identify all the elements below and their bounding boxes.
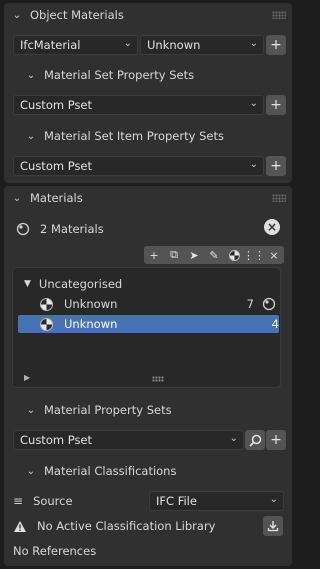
add-icon[interactable]: + <box>144 246 164 264</box>
group-label: Uncategorised <box>38 277 123 291</box>
material-name: Unknown <box>64 317 118 331</box>
chevron-down-icon: ⌄ <box>12 9 22 21</box>
material-usage-count: 4 <box>271 317 279 331</box>
source-label: Source <box>33 494 73 508</box>
source-row: ≡ Source <box>13 489 153 513</box>
chevron-down-icon: ⌄ <box>26 404 36 416</box>
material-pset-dropdown[interactable]: Custom Pset ⌄ <box>13 430 244 450</box>
chevron-down-icon: ⌄ <box>26 465 36 477</box>
materials-header[interactable]: ⌄ Materials <box>4 186 292 210</box>
outliner-tree-icon: ≡ <box>13 494 24 508</box>
material-type-dropdown[interactable]: IfcMaterial ⌄ <box>13 35 138 55</box>
materials-list[interactable]: ▼ Uncategorised Unknown 7 Unknown 4 ▶ <box>12 267 281 388</box>
material-classifications-header[interactable]: ⌄ Material Classifications <box>4 459 292 483</box>
material-preview-icon <box>40 297 53 311</box>
panel-title: Materials <box>30 191 83 205</box>
source-value: IFC File <box>156 494 197 508</box>
material-value: Unknown <box>147 38 201 52</box>
references-row: No References <box>13 539 263 563</box>
classification-library-row: No Active Classification Library <box>13 514 263 538</box>
material-name: Unknown <box>64 297 118 311</box>
list-item-selected[interactable]: Unknown 4 <box>18 315 279 333</box>
add-material-button[interactable]: + <box>266 35 286 55</box>
add-set-pset-button[interactable]: + <box>266 95 286 115</box>
edit-icon[interactable]: ✎ <box>204 246 224 264</box>
material-sphere-icon[interactable] <box>262 297 276 311</box>
subpanel-title: Material Property Sets <box>44 403 172 417</box>
materials-count-row: 2 Materials <box>4 217 292 241</box>
no-library-text: No Active Classification Library <box>37 519 216 533</box>
panel-title: Object Materials <box>30 8 124 22</box>
no-references-text: No References <box>13 544 97 558</box>
subpanel-title: Material Set Property Sets <box>44 68 195 82</box>
chevron-down-icon: ⌄ <box>26 130 36 142</box>
source-dropdown[interactable]: IFC File ⌄ <box>149 491 284 511</box>
download-icon <box>267 521 279 532</box>
chevron-down-icon: ⌄ <box>269 494 278 505</box>
material-sphere-icon <box>16 222 30 236</box>
set-item-psets-header[interactable]: ⌄ Material Set Item Property Sets <box>4 124 292 148</box>
search-icon <box>248 434 261 447</box>
chevron-down-icon: ⌄ <box>12 192 22 204</box>
expand-list-icon[interactable]: ▶ <box>24 373 30 382</box>
materials-count: 2 Materials <box>40 222 104 236</box>
chevron-down-icon: ⌄ <box>229 433 238 444</box>
set-pset-value: Custom Pset <box>20 98 93 112</box>
chevron-down-icon: ⌄ <box>123 38 132 49</box>
material-psets-header[interactable]: ⌄ Material Property Sets <box>4 398 292 422</box>
set-item-pset-dropdown[interactable]: Custom Pset ⌄ <box>13 156 264 176</box>
material-icon[interactable] <box>224 246 244 264</box>
set-pset-dropdown[interactable]: Custom Pset ⌄ <box>13 95 264 115</box>
set-psets-header[interactable]: ⌄ Material Set Property Sets <box>4 63 292 87</box>
close-icon[interactable]: × <box>264 219 280 235</box>
select-icon[interactable]: ➤ <box>184 246 204 264</box>
chevron-down-icon: ⌄ <box>249 159 258 170</box>
material-dropdown[interactable]: Unknown ⌄ <box>140 35 264 55</box>
unlink-icon[interactable]: ⋮⋮ <box>243 246 265 264</box>
chevron-down-icon: ▼ <box>24 279 31 289</box>
chevron-down-icon: ⌄ <box>26 69 36 81</box>
search-button[interactable] <box>245 430 265 450</box>
import-button[interactable] <box>263 516 283 536</box>
material-preview-icon <box>40 317 53 331</box>
subpanel-title: Material Classifications <box>44 464 177 478</box>
resize-handle-icon[interactable] <box>152 376 164 382</box>
material-type-value: IfcMaterial <box>20 38 81 52</box>
subpanel-title: Material Set Item Property Sets <box>44 129 224 143</box>
material-pset-value: Custom Pset <box>20 433 93 447</box>
chevron-down-icon: ⌄ <box>249 38 258 49</box>
list-item[interactable]: Unknown 7 <box>18 295 278 313</box>
object-materials-panel: ⌄ Object Materials IfcMaterial ⌄ Unknown… <box>4 3 292 183</box>
warning-icon <box>14 520 26 532</box>
close-icon[interactable]: × <box>264 246 284 264</box>
add-material-pset-button[interactable]: + <box>266 430 286 450</box>
drag-handle-icon[interactable] <box>272 11 286 19</box>
set-item-pset-value: Custom Pset <box>20 159 93 173</box>
object-materials-header[interactable]: ⌄ Object Materials <box>4 3 292 27</box>
chevron-down-icon: ⌄ <box>249 98 258 109</box>
duplicate-icon[interactable]: ⧉ <box>164 246 184 264</box>
material-usage-count: 7 <box>246 297 254 311</box>
drag-handle-icon[interactable] <box>272 194 286 202</box>
add-set-item-pset-button[interactable]: + <box>266 156 286 176</box>
list-group-header[interactable]: ▼ Uncategorised <box>18 275 278 293</box>
